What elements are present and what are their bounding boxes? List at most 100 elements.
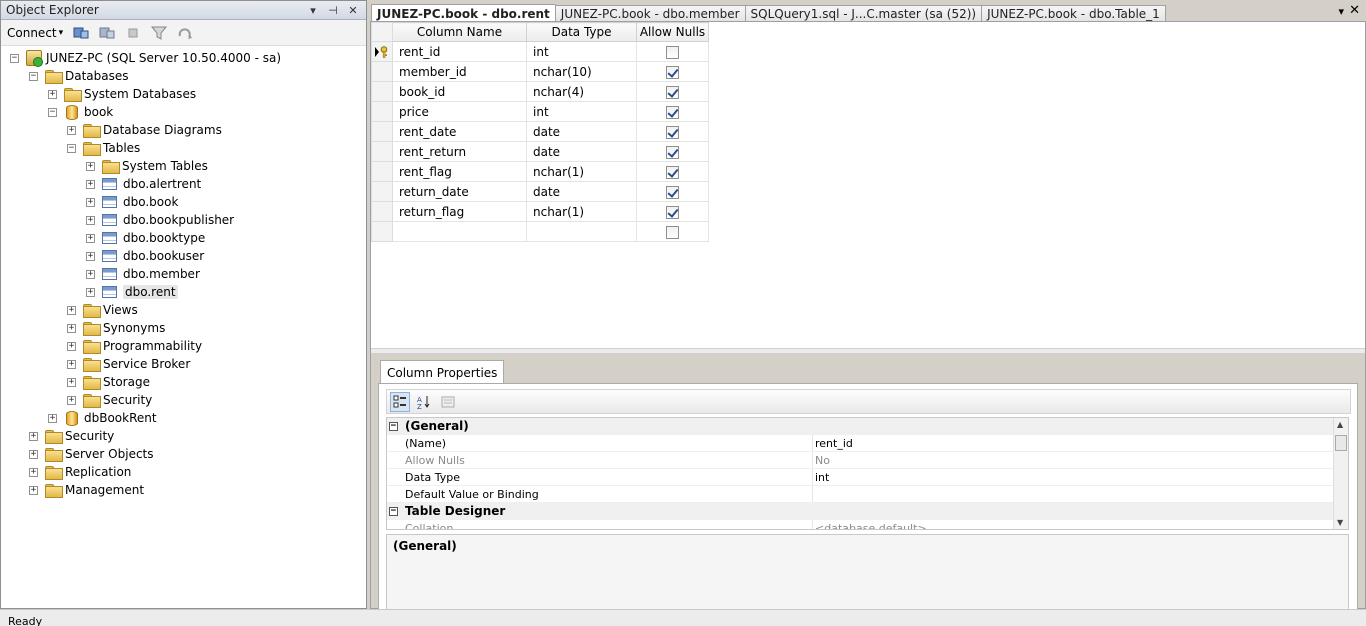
- table-row[interactable]: [371, 221, 709, 242]
- column-name-cell[interactable]: return_flag: [392, 201, 527, 222]
- property-category[interactable]: − Table Designer: [387, 503, 1333, 520]
- allow-nulls-checkbox[interactable]: [666, 45, 679, 59]
- expand-icon[interactable]: +: [48, 89, 57, 99]
- allow-nulls-checkbox[interactable]: [666, 185, 679, 199]
- table-row[interactable]: rent_id int: [371, 41, 709, 62]
- tab-list-dropdown-icon[interactable]: ▾: [1338, 5, 1344, 18]
- row-selector[interactable]: [371, 121, 393, 142]
- tree-node[interactable]: + dbo.bookpublisher: [86, 211, 234, 229]
- table-row[interactable]: price int: [371, 101, 709, 122]
- row-selector[interactable]: [371, 41, 393, 62]
- tree-node[interactable]: + Programmability: [67, 337, 202, 355]
- sort-alphabetical-icon[interactable]: AZ: [414, 392, 434, 412]
- tree-node[interactable]: + Views: [67, 301, 138, 319]
- column-name-cell[interactable]: rent_return: [392, 141, 527, 162]
- property-value[interactable]: rent_id: [812, 435, 1333, 451]
- tree-node[interactable]: + Security: [29, 427, 114, 445]
- expand-icon[interactable]: +: [67, 395, 76, 405]
- tree-node[interactable]: + dbo.book: [86, 193, 178, 211]
- property-value[interactable]: [812, 486, 1333, 502]
- column-name-cell[interactable]: book_id: [392, 81, 527, 102]
- data-type-cell[interactable]: date: [526, 181, 637, 202]
- row-selector[interactable]: [371, 181, 393, 202]
- column-name-cell[interactable]: price: [392, 101, 527, 122]
- allow-nulls-checkbox[interactable]: [666, 105, 679, 119]
- expand-icon[interactable]: +: [86, 179, 95, 189]
- tree-node[interactable]: + Storage: [67, 373, 150, 391]
- expand-icon[interactable]: +: [86, 215, 95, 225]
- expand-icon[interactable]: +: [29, 467, 38, 477]
- expand-icon[interactable]: +: [86, 161, 95, 171]
- allow-nulls-checkbox[interactable]: [666, 125, 679, 139]
- property-category[interactable]: − (General): [387, 418, 1333, 435]
- tree-node[interactable]: + dbBookRent: [48, 409, 157, 427]
- property-scrollbar[interactable]: ▲ ▼: [1333, 418, 1348, 529]
- close-icon[interactable]: ✕: [346, 3, 360, 17]
- column-name-cell[interactable]: return_date: [392, 181, 527, 202]
- table-row[interactable]: book_id nchar(4): [371, 81, 709, 102]
- tree-node[interactable]: + Server Objects: [29, 445, 154, 463]
- tree-node[interactable]: + dbo.alertrent: [86, 175, 201, 193]
- data-type-cell[interactable]: date: [526, 121, 637, 142]
- row-selector[interactable]: [371, 161, 393, 182]
- categorized-icon[interactable]: [390, 391, 410, 412]
- expand-icon[interactable]: +: [86, 197, 95, 207]
- row-selector[interactable]: [371, 141, 393, 162]
- disconnect-icon[interactable]: [99, 26, 115, 40]
- expand-icon[interactable]: +: [29, 449, 38, 459]
- refresh-icon[interactable]: [177, 26, 193, 40]
- allow-nulls-checkbox[interactable]: [666, 225, 679, 239]
- collapse-icon[interactable]: −: [389, 421, 398, 431]
- property-pages-icon[interactable]: [438, 392, 458, 412]
- table-row[interactable]: rent_date date: [371, 121, 709, 142]
- data-type-cell[interactable]: nchar(1): [526, 161, 637, 182]
- property-row[interactable]: Collation <database default>: [387, 520, 1333, 529]
- tree-node[interactable]: − book: [48, 103, 113, 121]
- connect-object-explorer-icon[interactable]: [73, 26, 89, 40]
- table-row[interactable]: return_flag nchar(1): [371, 201, 709, 222]
- document-tab[interactable]: SQLQuery1.sql - J...C.master (sa (52)): [744, 5, 983, 22]
- column-name-cell[interactable]: rent_id: [392, 41, 527, 62]
- collapse-icon[interactable]: −: [29, 71, 38, 81]
- tree-node[interactable]: − JUNEZ-PC (SQL Server 10.50.4000 - sa): [10, 49, 281, 67]
- window-position-dropdown-icon[interactable]: ▾: [306, 3, 320, 17]
- collapse-icon[interactable]: −: [48, 107, 57, 117]
- row-selector[interactable]: [371, 221, 393, 242]
- tree-node[interactable]: − Tables: [67, 139, 140, 157]
- row-selector[interactable]: [371, 201, 393, 222]
- expand-icon[interactable]: +: [67, 341, 76, 351]
- data-type-cell[interactable]: int: [526, 41, 637, 62]
- expand-icon[interactable]: +: [86, 269, 95, 279]
- stop-icon[interactable]: [125, 26, 141, 40]
- data-type-cell[interactable]: nchar(10): [526, 61, 637, 82]
- collapse-icon[interactable]: −: [67, 143, 76, 153]
- document-tab[interactable]: JUNEZ-PC.book - dbo.rent: [371, 4, 556, 22]
- data-type-cell[interactable]: date: [526, 141, 637, 162]
- row-selector[interactable]: [371, 81, 393, 102]
- scroll-down-icon[interactable]: ▼: [1337, 518, 1343, 527]
- table-row[interactable]: return_date date: [371, 181, 709, 202]
- document-tab[interactable]: JUNEZ-PC.book - dbo.Table_1: [981, 5, 1166, 22]
- column-properties-tab[interactable]: Column Properties: [380, 360, 505, 384]
- data-type-cell[interactable]: nchar(1): [526, 201, 637, 222]
- expand-icon[interactable]: +: [67, 305, 76, 315]
- tree-node[interactable]: + dbo.booktype: [86, 229, 205, 247]
- scroll-up-icon[interactable]: ▲: [1337, 420, 1343, 429]
- property-row[interactable]: (Name) rent_id: [387, 435, 1333, 452]
- tree-node[interactable]: + dbo.member: [86, 265, 200, 283]
- tree-node[interactable]: + System Tables: [86, 157, 208, 175]
- expand-icon[interactable]: +: [48, 413, 57, 423]
- tree-node[interactable]: − Databases: [29, 67, 129, 85]
- document-tab[interactable]: JUNEZ-PC.book - dbo.member: [554, 5, 746, 22]
- pin-icon[interactable]: ⊣: [326, 3, 340, 17]
- tree-node[interactable]: + Service Broker: [67, 355, 190, 373]
- table-row[interactable]: member_id nchar(10): [371, 61, 709, 82]
- data-type-cell[interactable]: nchar(4): [526, 81, 637, 102]
- tree-node[interactable]: + dbo.rent: [86, 283, 178, 301]
- allow-nulls-checkbox[interactable]: [666, 205, 679, 219]
- filter-icon[interactable]: [151, 26, 168, 40]
- expand-icon[interactable]: +: [29, 431, 38, 441]
- tree-node[interactable]: + dbo.bookuser: [86, 247, 204, 265]
- expand-icon[interactable]: +: [86, 233, 95, 243]
- expand-icon[interactable]: +: [67, 125, 76, 135]
